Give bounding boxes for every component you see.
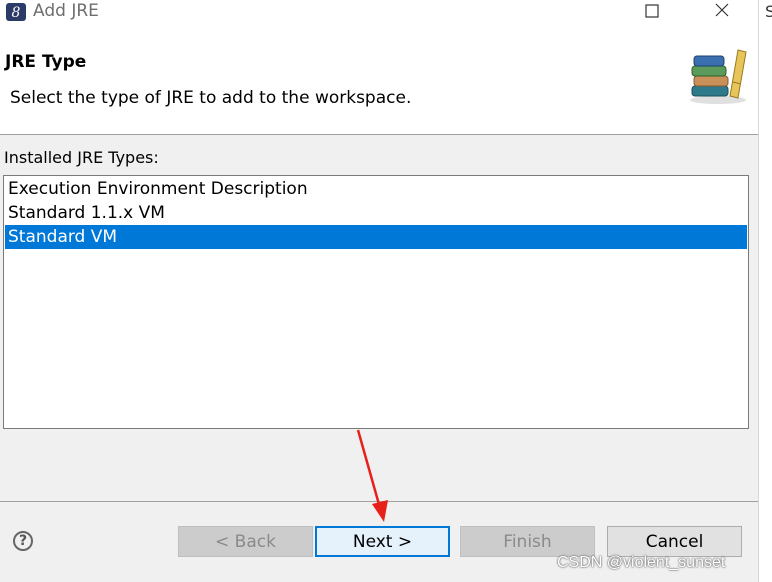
list-item-standard-vm[interactable]: Standard VM [5, 225, 747, 249]
help-icon: ? [18, 533, 28, 549]
annotation-arrow-icon [350, 426, 400, 526]
background-window-edge: S [758, 0, 772, 582]
jre-types-list[interactable]: Execution Environment Description Standa… [3, 175, 749, 429]
close-icon [714, 2, 730, 22]
eclipse-app-icon: 8 [5, 2, 27, 22]
wizard-header: JRE Type Select the type of JRE to add t… [0, 24, 758, 135]
maximize-icon [645, 3, 659, 22]
page-description: Select the type of JRE to add to the wor… [10, 88, 412, 108]
help-button[interactable]: ? [13, 531, 33, 551]
list-item-standard-1-1-x-vm[interactable]: Standard 1.1.x VM [5, 201, 747, 225]
svg-text:8: 8 [12, 5, 21, 21]
library-books-icon [686, 42, 750, 106]
finish-button[interactable]: Finish [460, 526, 595, 557]
watermark: CSDN @violent_sunset [557, 554, 726, 571]
close-button[interactable] [700, 0, 744, 24]
list-item-execution-environment[interactable]: Execution Environment Description [5, 177, 747, 201]
background-window-letter: S [765, 2, 772, 21]
cancel-button[interactable]: Cancel [607, 526, 742, 557]
title-bar: 8 Add JRE [0, 0, 758, 24]
window-title: Add JRE [33, 1, 99, 21]
back-button[interactable]: < Back [178, 526, 313, 557]
next-button[interactable]: Next > [315, 526, 450, 557]
installed-jre-types-label: Installed JRE Types: [4, 148, 159, 167]
page-title: JRE Type [5, 52, 87, 72]
maximize-button[interactable] [630, 0, 674, 24]
